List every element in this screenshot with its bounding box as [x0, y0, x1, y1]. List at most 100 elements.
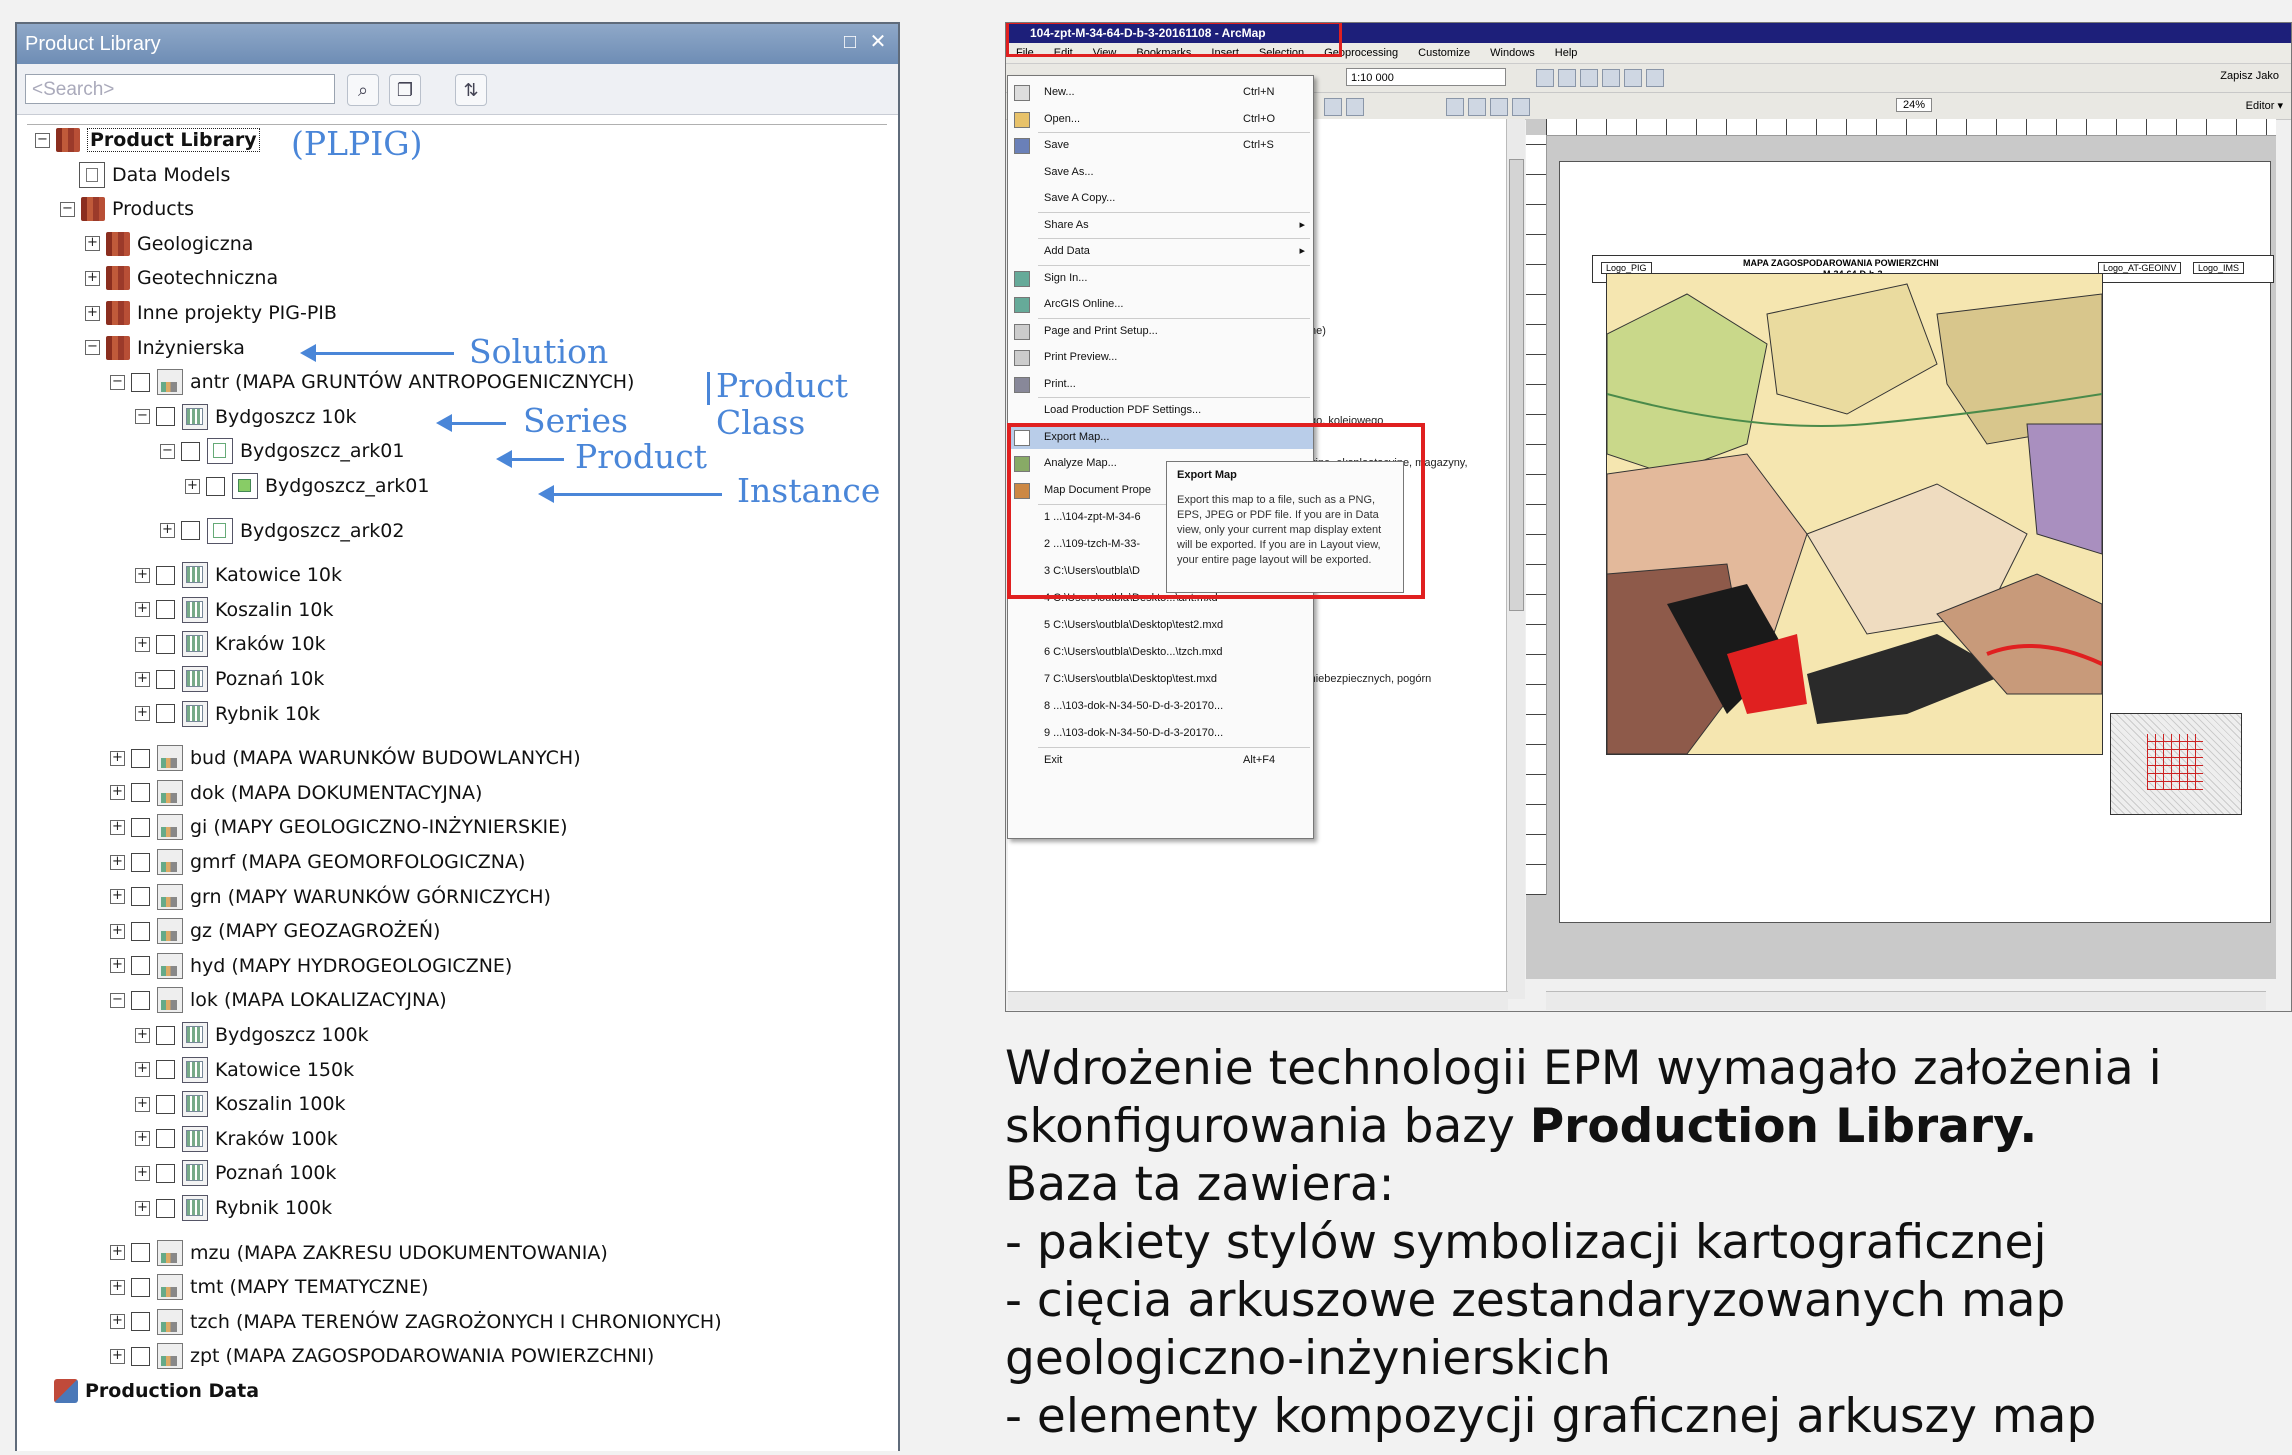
expand-icon[interactable]: + — [110, 1245, 125, 1261]
expand-icon[interactable]: + — [110, 923, 125, 939]
tree-checkbox[interactable] — [131, 1277, 150, 1297]
tree-checkbox[interactable] — [156, 565, 175, 585]
toolbar-icon[interactable] — [1602, 69, 1620, 87]
toolbar-icon[interactable] — [1558, 69, 1576, 87]
tree-checkbox[interactable] — [131, 921, 150, 941]
tree-checkbox[interactable] — [156, 634, 175, 654]
zoom-combobox[interactable]: 24% — [1896, 98, 1933, 112]
tree-item[interactable]: − Bydgoszcz 10k — [135, 402, 357, 432]
expand-icon[interactable]: + — [110, 785, 125, 801]
expand-icon[interactable]: + — [85, 305, 100, 321]
copy-icon[interactable]: ❐ — [389, 74, 421, 106]
identify-tool-icon[interactable] — [1346, 98, 1364, 116]
tree-checkbox[interactable] — [131, 887, 150, 907]
file-menu-item[interactable]: Save A Copy... — [1008, 186, 1313, 210]
menu-customize[interactable]: Customize — [1408, 43, 1480, 63]
toc-horizontal-scrollbar[interactable] — [1008, 991, 1508, 1010]
file-menu-item[interactable]: Print Preview... — [1008, 345, 1313, 369]
expand-icon[interactable]: + — [185, 478, 200, 494]
toolbar-icon[interactable] — [1536, 69, 1554, 87]
tree-item[interactable]: + Katowice 150k — [135, 1055, 354, 1085]
menu-help[interactable]: Help — [1545, 43, 1588, 63]
file-menu-item[interactable]: ArcGIS Online... — [1008, 292, 1313, 316]
tree-item[interactable]: + Bydgoszcz 100k — [135, 1020, 369, 1050]
tree-checkbox[interactable] — [131, 783, 150, 803]
tree-item[interactable]: + Poznań 100k — [135, 1158, 336, 1188]
expand-icon[interactable]: + — [160, 523, 175, 539]
tree-item[interactable]: + bud (MAPA WARUNKÓW BUDOWLANYCH) — [110, 743, 581, 773]
tree-checkbox[interactable] — [156, 600, 175, 620]
toolbar-icon[interactable] — [1646, 69, 1664, 87]
expand-icon[interactable]: + — [110, 819, 125, 835]
tree-checkbox[interactable] — [156, 1198, 175, 1218]
tree-item[interactable]: + zpt (MAPA ZAGOSPODAROWANIA POWIERZCHNI) — [110, 1341, 654, 1371]
collapse-icon[interactable]: − — [85, 340, 100, 356]
expand-icon[interactable]: + — [110, 750, 125, 766]
tree-item[interactable]: + tmt (MAPY TEMATYCZNE) — [110, 1272, 429, 1302]
toolbar-icon[interactable] — [1468, 98, 1486, 116]
tree-checkbox[interactable] — [131, 372, 150, 392]
file-menu-item[interactable]: Sign In... — [1008, 266, 1313, 290]
file-menu-item[interactable]: Exit Alt+F4 — [1008, 748, 1313, 772]
tree-item[interactable]: + hyd (MAPY HYDROGEOLOGICZNE) — [110, 951, 512, 981]
tree-item[interactable]: + Katowice 10k — [135, 560, 342, 590]
file-menu-item[interactable]: Save As... — [1008, 160, 1313, 184]
tree-item[interactable]: − Products — [60, 194, 194, 224]
tree-checkbox[interactable] — [206, 476, 225, 496]
tree-checkbox[interactable] — [156, 1025, 175, 1045]
tree-checkbox[interactable] — [131, 956, 150, 976]
tree-item[interactable]: + Rybnik 100k — [135, 1193, 332, 1223]
expand-icon[interactable]: + — [85, 236, 100, 252]
toolbar-icon[interactable] — [1490, 98, 1508, 116]
tree-item[interactable]: + Poznań 10k — [135, 664, 324, 694]
expand-icon[interactable]: + — [135, 636, 150, 652]
expand-icon[interactable]: + — [85, 270, 100, 286]
maximize-icon[interactable]: □ — [838, 30, 862, 54]
tree-item[interactable]: − lok (MAPA LOKALIZACYJNA) — [110, 985, 447, 1015]
save-as-button[interactable]: Zapisz Jako — [2220, 70, 2279, 82]
collapse-icon[interactable]: − — [110, 992, 125, 1008]
tree-checkbox[interactable] — [156, 1060, 175, 1080]
toolbar-icon[interactable] — [1512, 98, 1530, 116]
file-menu-item[interactable]: Open... Ctrl+O — [1008, 107, 1313, 131]
tree-item[interactable]: Data Models — [60, 160, 230, 190]
expand-icon[interactable]: + — [135, 706, 150, 722]
expand-icon[interactable]: + — [110, 854, 125, 870]
tree-item[interactable]: + gz (MAPY GEOZAGROŻEŃ) — [110, 916, 440, 946]
file-menu-item[interactable]: New... Ctrl+N — [1008, 80, 1313, 104]
expand-icon[interactable]: + — [110, 958, 125, 974]
tree-checkbox[interactable] — [131, 1312, 150, 1332]
collapse-icon[interactable]: − — [35, 132, 50, 148]
expand-icon[interactable]: + — [135, 1027, 150, 1043]
tree-checkbox[interactable] — [181, 441, 200, 461]
select-tool-icon[interactable] — [1324, 98, 1342, 116]
tree-item[interactable]: + tzch (MAPA TERENÓW ZAGROŻONYCH I CHRONI… — [110, 1307, 722, 1337]
layout-horizontal-scrollbar[interactable] — [1546, 991, 2266, 1010]
scrollbar-thumb[interactable] — [1509, 159, 1524, 611]
editor-menu[interactable]: Editor ▾ — [2246, 99, 2283, 112]
expand-icon[interactable]: + — [110, 889, 125, 905]
scale-combobox[interactable]: 1:10 000 — [1346, 68, 1506, 86]
tree-item[interactable]: Production Data — [35, 1376, 259, 1406]
expand-icon[interactable]: + — [135, 1200, 150, 1216]
file-menu-item[interactable]: 7 C:\Users\outbla\Desktop\test.mxd — [1008, 667, 1313, 691]
expand-icon[interactable]: + — [110, 1314, 125, 1330]
tree-checkbox[interactable] — [156, 407, 175, 427]
file-menu-item[interactable]: Add Data ▸ — [1008, 239, 1313, 263]
expand-icon[interactable]: + — [135, 1131, 150, 1147]
tree-item[interactable]: + Kraków 100k — [135, 1124, 338, 1154]
tree-checkbox[interactable] — [131, 1346, 150, 1366]
search-input[interactable]: <Search> — [25, 74, 335, 104]
tree-item[interactable]: − Inżynierska — [85, 333, 245, 363]
tree-checkbox[interactable] — [131, 1243, 150, 1263]
tree-checkbox[interactable] — [131, 817, 150, 837]
expand-icon[interactable]: + — [110, 1348, 125, 1364]
file-menu-item[interactable]: 6 C:\Users\outbla\Deskto...\tzch.mxd — [1008, 640, 1313, 664]
tree-checkbox[interactable] — [156, 1129, 175, 1149]
expand-icon[interactable]: + — [135, 567, 150, 583]
tree-checkbox[interactable] — [156, 669, 175, 689]
tree-checkbox[interactable] — [131, 990, 150, 1010]
toolbar-icon[interactable] — [1446, 98, 1464, 116]
collapse-icon[interactable]: − — [135, 409, 150, 425]
tree-item[interactable]: + dok (MAPA DOKUMENTACYJNA) — [110, 778, 482, 808]
